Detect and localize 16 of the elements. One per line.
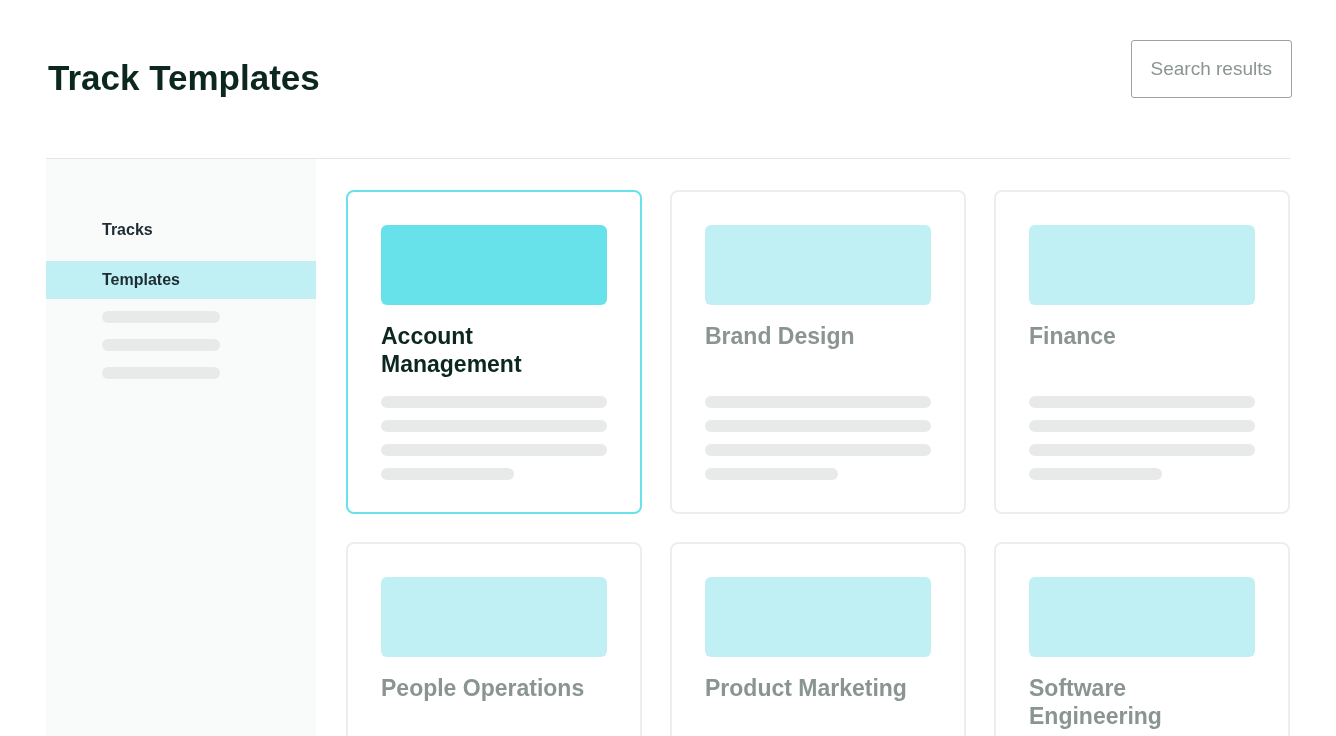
card-title: Brand Design (705, 322, 856, 351)
template-card[interactable]: Software Engineering (994, 542, 1290, 736)
template-card[interactable]: Account Management (346, 190, 642, 514)
page-title: Track Templates (48, 57, 320, 99)
card-title: Software Engineering (1029, 674, 1163, 731)
card-title: Account Management (381, 322, 523, 379)
template-card[interactable]: Product Marketing (670, 542, 966, 736)
search-results-button[interactable]: Search results (1130, 40, 1292, 98)
card-title: Product Marketing (705, 674, 908, 703)
sidebar-item[interactable]: Tracks (46, 211, 316, 249)
template-card[interactable]: Finance (994, 190, 1290, 514)
template-card[interactable]: People Operations (346, 542, 642, 736)
sidebar-item[interactable]: Templates (46, 261, 316, 299)
card-title: People Operations (381, 674, 586, 703)
card-title: Finance (1029, 322, 1117, 351)
template-card[interactable]: Brand Design (670, 190, 966, 514)
